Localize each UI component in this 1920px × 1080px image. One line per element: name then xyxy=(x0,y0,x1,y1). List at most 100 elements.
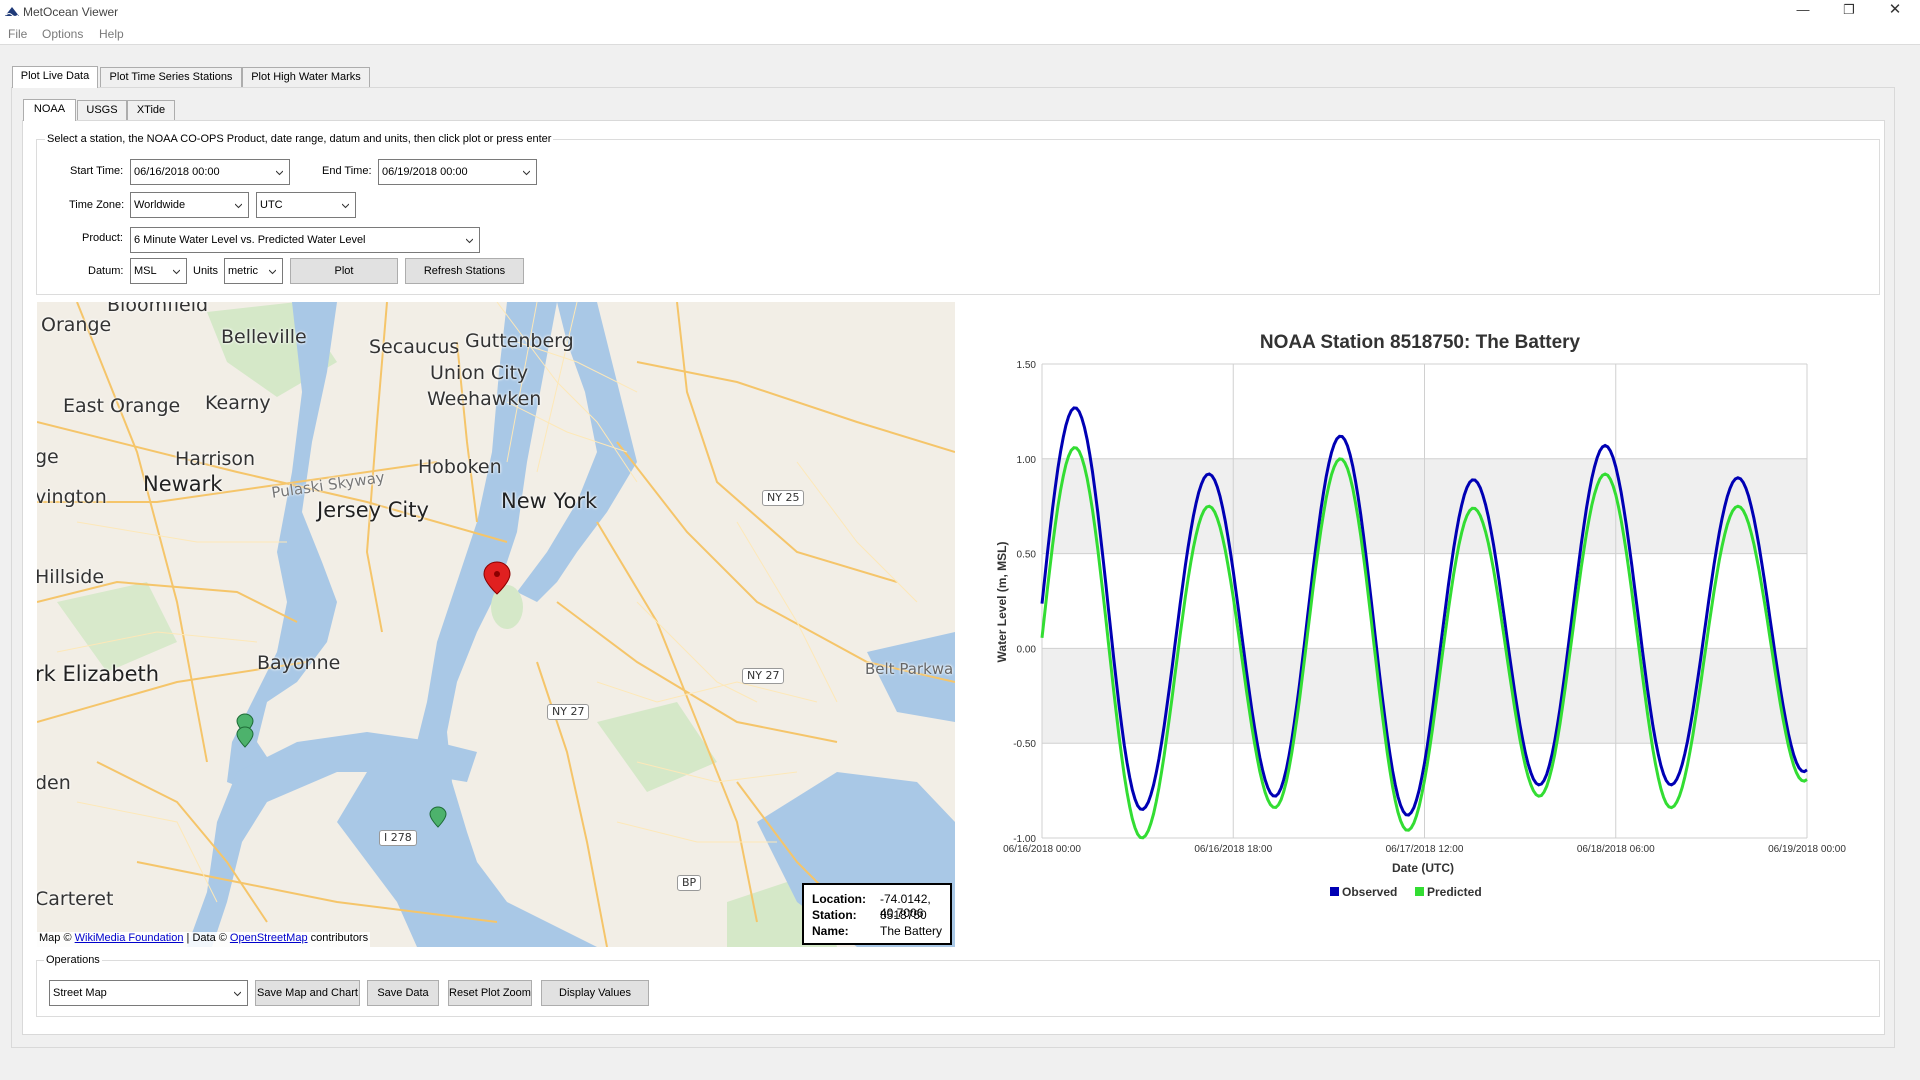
start-time-picker[interactable]: 06/16/2018 00:00 xyxy=(130,159,290,185)
map-label: Kearny xyxy=(205,392,271,414)
map-label: Belleville xyxy=(221,326,307,348)
close-button[interactable]: ✕ xyxy=(1873,0,1917,22)
menu-file[interactable]: File xyxy=(8,27,27,41)
end-time-label: End Time: xyxy=(322,165,372,177)
units-select[interactable]: metric xyxy=(224,258,283,284)
tab-plot-high-water-marks[interactable]: Plot High Water Marks xyxy=(242,67,370,87)
route-shield: NY 27 xyxy=(547,704,590,720)
start-time-value: 06/16/2018 00:00 xyxy=(134,166,220,178)
tab-plot-time-series-stations[interactable]: Plot Time Series Stations xyxy=(100,67,242,87)
observed-legend-swatch xyxy=(1330,887,1339,896)
route-shield: NY 25 xyxy=(762,490,805,506)
end-time-value: 06/19/2018 00:00 xyxy=(382,166,468,178)
x-axis-label: Date (UTC) xyxy=(1392,861,1454,875)
time-zone-region-value: Worldwide xyxy=(134,199,186,211)
route-shield: BP xyxy=(677,875,702,891)
map-label: Hillside xyxy=(37,566,105,588)
station-value: 8518750 xyxy=(880,908,927,922)
map-label: Union City xyxy=(430,362,529,384)
map-label: Belt Parkwa xyxy=(865,660,954,678)
x-tick-label: 06/19/2018 00:00 xyxy=(1768,844,1846,855)
map-label: East Orange xyxy=(63,395,181,417)
menu-options[interactable]: Options xyxy=(42,27,83,41)
station-map[interactable]: Bloomfield Orange Belleville Secaucus Gu… xyxy=(37,302,955,947)
map-label: Secaucus xyxy=(369,336,460,358)
time-zone-region-select[interactable]: Worldwide xyxy=(130,192,249,218)
datum-label: Datum: xyxy=(88,265,124,277)
chevron-down-icon xyxy=(466,238,473,244)
map-label: New York xyxy=(501,489,598,513)
menu-divider xyxy=(0,44,1920,45)
time-zone-select[interactable]: UTC xyxy=(256,192,356,218)
name-value: The Battery xyxy=(880,924,943,938)
chevron-down-icon xyxy=(235,203,242,209)
attribution-suffix: contributors xyxy=(310,932,369,944)
product-label: Product: xyxy=(82,232,123,244)
chevron-down-icon xyxy=(276,170,283,176)
map-label: rk Elizabeth xyxy=(37,662,160,686)
menu-bar: File Options Help xyxy=(0,24,1920,44)
wave-logo-icon xyxy=(5,7,19,17)
units-value: metric xyxy=(228,265,258,277)
maximize-button[interactable]: ❐ xyxy=(1827,0,1871,22)
map-attribution: Map © WikiMedia Foundation | Data © Open… xyxy=(37,932,371,947)
y-tick-label: 1.50 xyxy=(1017,360,1037,371)
map-label: ge xyxy=(37,446,59,468)
x-tick-label: 06/17/2018 12:00 xyxy=(1386,844,1464,855)
y-tick-label: 0.50 xyxy=(1017,550,1037,561)
x-tick-label: 06/16/2018 18:00 xyxy=(1194,844,1272,855)
map-label: Harrison xyxy=(175,448,256,470)
end-time-picker[interactable]: 06/19/2018 00:00 xyxy=(378,159,537,185)
time-zone-value: UTC xyxy=(260,199,283,211)
openstreetmap-link[interactable]: OpenStreetMap xyxy=(230,932,308,944)
save-data-button[interactable]: Save Data xyxy=(367,980,439,1006)
reset-plot-zoom-button[interactable]: Reset Plot Zoom xyxy=(448,980,532,1006)
menu-help[interactable]: Help xyxy=(99,27,124,41)
map-label: vington xyxy=(37,486,107,508)
predicted-legend-swatch xyxy=(1415,887,1424,896)
x-tick-label: 06/18/2018 06:00 xyxy=(1577,844,1655,855)
refresh-stations-button[interactable]: Refresh Stations xyxy=(405,258,524,284)
tab-xtide[interactable]: XTide xyxy=(127,100,175,120)
wikimedia-link[interactable]: WikiMedia Foundation xyxy=(75,932,184,944)
chevron-down-icon xyxy=(342,203,349,209)
route-shield: NY 27 xyxy=(742,668,785,684)
map-label: Bayonne xyxy=(257,652,341,674)
display-values-button[interactable]: Display Values xyxy=(541,980,649,1006)
units-label: Units xyxy=(193,265,219,277)
predicted-legend-label: Predicted xyxy=(1427,885,1482,899)
minimize-button[interactable]: — xyxy=(1781,0,1825,22)
map-label: Weehawken xyxy=(427,388,542,410)
datum-value: MSL xyxy=(134,265,157,277)
map-label: Bloomfield xyxy=(107,302,209,316)
product-select[interactable]: 6 Minute Water Level vs. Predicted Water… xyxy=(130,227,480,253)
plot-button[interactable]: Plot xyxy=(290,258,398,284)
product-value: 6 Minute Water Level vs. Predicted Water… xyxy=(134,234,366,246)
station-label: Station: xyxy=(812,908,857,922)
station-info-box: Location: -74.0142, 40.7006 Station: 851… xyxy=(802,883,952,945)
map-label: Jersey City xyxy=(317,498,429,522)
window-title: MetOcean Viewer xyxy=(23,5,119,19)
map-label: Carteret xyxy=(37,888,114,910)
map-type-value: Street Map xyxy=(53,987,107,999)
map-label: Newark xyxy=(143,472,223,496)
attribution-middle: | Data © xyxy=(186,932,227,944)
tab-usgs[interactable]: USGS xyxy=(77,100,127,120)
x-tick-label: 06/16/2018 00:00 xyxy=(1003,844,1081,855)
y-tick-label: 1.00 xyxy=(1017,455,1037,466)
time-zone-label: Time Zone: xyxy=(69,199,125,211)
save-map-chart-button[interactable]: Save Map and Chart xyxy=(255,980,360,1006)
chevron-down-icon xyxy=(234,991,241,997)
chevron-down-icon xyxy=(523,170,530,176)
tab-plot-live-data[interactable]: Plot Live Data xyxy=(12,66,98,88)
attribution-prefix: Map © xyxy=(39,932,72,944)
chevron-down-icon xyxy=(173,269,180,275)
tab-noaa[interactable]: NOAA xyxy=(23,99,76,121)
map-label: den xyxy=(37,772,71,794)
location-label: Location: xyxy=(812,892,866,906)
y-axis-label: Water Level (m, MSL) xyxy=(995,542,1009,663)
datum-select[interactable]: MSL xyxy=(130,258,187,284)
map-type-select[interactable]: Street Map xyxy=(49,980,248,1006)
start-time-label: Start Time: xyxy=(70,165,124,177)
water-level-chart[interactable]: 1.501.000.500.00-0.50-1.00 06/16/2018 00… xyxy=(962,350,1878,920)
